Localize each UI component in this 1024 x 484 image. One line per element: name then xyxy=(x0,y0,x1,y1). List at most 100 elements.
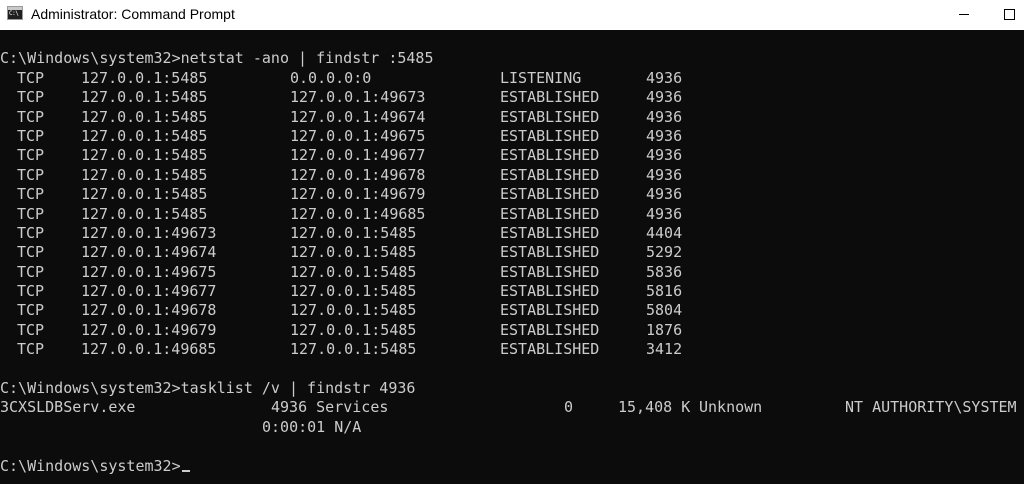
connection-state: ESTABLISHED xyxy=(500,243,600,262)
process-id: 4936 xyxy=(646,68,683,87)
command-line: C:\Windows\system32>netstat -ano | finds… xyxy=(0,49,1024,68)
maximize-button[interactable] xyxy=(988,0,1024,30)
netstat-row: TCP 127.0.0.1:49685 127.0.0.1:5485 ESTABLIS… xyxy=(0,340,1024,359)
connection-state: ESTABLISHED xyxy=(500,185,600,204)
netstat-row: TCP 127.0.0.1:49677 127.0.0.1:5485 ESTABLIS… xyxy=(0,282,1024,301)
local-address: 127.0.0.1:49675 xyxy=(81,262,217,281)
local-address: 127.0.0.1:49685 xyxy=(81,340,217,359)
local-address: 127.0.0.1:5485 xyxy=(81,88,208,107)
protocol: TCP xyxy=(17,126,45,145)
minimize-button[interactable] xyxy=(942,0,988,30)
cpu-time-window-title: 0:00:01 N/A xyxy=(262,417,362,436)
netstat-row: TCP 127.0.0.1:5485 127.0.0.1:49675 ESTABLIS… xyxy=(0,127,1024,146)
connection-state: ESTABLISHED xyxy=(500,320,600,339)
protocol: TCP xyxy=(17,243,45,262)
tasklist-row-wrap: 0:00:01 N/A xyxy=(0,418,1024,437)
protocol: TCP xyxy=(17,282,45,301)
command-prompt-window: C:\ Administrator: Command Prompt C:\Win… xyxy=(0,0,1024,484)
prompt-line[interactable]: C:\Windows\system32> xyxy=(0,457,1024,476)
protocol: TCP xyxy=(17,107,45,126)
title-bar[interactable]: C:\ Administrator: Command Prompt xyxy=(0,0,1024,30)
netstat-row: TCP 127.0.0.1:5485 127.0.0.1:49679 ESTABLIS… xyxy=(0,185,1024,204)
local-address: 127.0.0.1:5485 xyxy=(81,68,208,87)
process-id: 4936 xyxy=(646,204,683,223)
foreign-address: 127.0.0.1:5485 xyxy=(290,320,417,339)
netstat-output: TCP 127.0.0.1:5485 0.0.0.0:0 LISTENING 4936 T… xyxy=(0,69,1024,360)
netstat-row: TCP 127.0.0.1:49673 127.0.0.1:5485 ESTABLIS… xyxy=(0,224,1024,243)
image-name: 3CXSLDBServ.exe xyxy=(0,398,136,417)
foreign-address: 127.0.0.1:5485 xyxy=(290,223,417,242)
process-id: 4936 xyxy=(646,88,683,107)
local-address: 127.0.0.1:5485 xyxy=(81,185,208,204)
protocol: TCP xyxy=(17,320,45,339)
status: Unknown xyxy=(699,398,763,417)
protocol: TCP xyxy=(17,146,45,165)
process-id: 4936 xyxy=(646,146,683,165)
protocol: TCP xyxy=(17,223,45,242)
connection-state: ESTABLISHED xyxy=(500,340,600,359)
foreign-address: 127.0.0.1:49673 xyxy=(290,88,426,107)
netstat-row: TCP 127.0.0.1:49679 127.0.0.1:5485 ESTABLIS… xyxy=(0,321,1024,340)
prompt-text: C:\Windows\system32> xyxy=(0,456,181,475)
connection-state: ESTABLISHED xyxy=(500,165,600,184)
connection-state: ESTABLISHED xyxy=(500,204,600,223)
foreign-address: 127.0.0.1:5485 xyxy=(290,340,417,359)
connection-state: ESTABLISHED xyxy=(500,88,600,107)
local-address: 127.0.0.1:5485 xyxy=(81,204,208,223)
process-id: 4936 xyxy=(646,165,683,184)
process-id: 4936 xyxy=(646,185,683,204)
netstat-row: TCP 127.0.0.1:5485 0.0.0.0:0 LISTENING 4936 xyxy=(0,69,1024,88)
connection-state: ESTABLISHED xyxy=(500,301,600,320)
connection-state: LISTENING xyxy=(500,68,582,87)
minimize-icon xyxy=(959,14,969,15)
protocol: TCP xyxy=(17,165,45,184)
netstat-row: TCP 127.0.0.1:5485 127.0.0.1:49678 ESTABLIS… xyxy=(0,166,1024,185)
local-address: 127.0.0.1:5485 xyxy=(81,146,208,165)
local-address: 127.0.0.1:5485 xyxy=(81,126,208,145)
pid-session: 4936 Services xyxy=(271,398,389,417)
console-output[interactable]: C:\Windows\system32>netstat -ano | finds… xyxy=(0,30,1024,484)
netstat-row: TCP 127.0.0.1:5485 127.0.0.1:49674 ESTABLIS… xyxy=(0,108,1024,127)
local-address: 127.0.0.1:49679 xyxy=(81,320,217,339)
protocol: TCP xyxy=(17,68,45,87)
protocol: TCP xyxy=(17,88,45,107)
netstat-row: TCP 127.0.0.1:49675 127.0.0.1:5485 ESTABLIS… xyxy=(0,263,1024,282)
mem-usage: 15,408 K xyxy=(618,398,691,417)
window-title: Administrator: Command Prompt xyxy=(31,6,235,22)
foreign-address: 127.0.0.1:49677 xyxy=(290,146,426,165)
local-address: 127.0.0.1:5485 xyxy=(81,165,208,184)
local-address: 127.0.0.1:49673 xyxy=(81,223,217,242)
connection-state: ESTABLISHED xyxy=(500,126,600,145)
process-id: 5804 xyxy=(646,301,683,320)
local-address: 127.0.0.1:49678 xyxy=(81,301,217,320)
connection-state: ESTABLISHED xyxy=(500,262,600,281)
foreign-address: 127.0.0.1:5485 xyxy=(290,282,417,301)
foreign-address: 0.0.0.0:0 xyxy=(290,68,372,87)
process-id: 5816 xyxy=(646,282,683,301)
foreign-address: 127.0.0.1:49675 xyxy=(290,126,426,145)
netstat-row: TCP 127.0.0.1:49678 127.0.0.1:5485 ESTABLIS… xyxy=(0,301,1024,320)
text-cursor xyxy=(181,469,190,472)
local-address: 127.0.0.1:49677 xyxy=(81,282,217,301)
process-id: 4936 xyxy=(646,107,683,126)
netstat-row: TCP 127.0.0.1:5485 127.0.0.1:49673 ESTABLIS… xyxy=(0,88,1024,107)
foreign-address: 127.0.0.1:49674 xyxy=(290,107,426,126)
process-id: 4936 xyxy=(646,126,683,145)
netstat-row: TCP 127.0.0.1:49674 127.0.0.1:5485 ESTABLIS… xyxy=(0,243,1024,262)
local-address: 127.0.0.1:5485 xyxy=(81,107,208,126)
connection-state: ESTABLISHED xyxy=(500,146,600,165)
foreign-address: 127.0.0.1:49679 xyxy=(290,185,426,204)
current-prompt[interactable]: C:\Windows\system32> xyxy=(0,457,190,476)
cmd-icon: C:\ xyxy=(7,6,23,20)
foreign-address: 127.0.0.1:49678 xyxy=(290,165,426,184)
connection-state: ESTABLISHED xyxy=(500,107,600,126)
connection-state: ESTABLISHED xyxy=(500,223,600,242)
foreign-address: 127.0.0.1:5485 xyxy=(290,301,417,320)
connection-state: ESTABLISHED xyxy=(500,282,600,301)
command-text: C:\Windows\system32>netstat -ano | finds… xyxy=(0,49,434,68)
tasklist-row: 3CXSLDBServ.exe 4936 Services 0 15,408 K… xyxy=(0,398,1024,417)
protocol: TCP xyxy=(17,262,45,281)
local-address: 127.0.0.1:49674 xyxy=(81,243,217,262)
